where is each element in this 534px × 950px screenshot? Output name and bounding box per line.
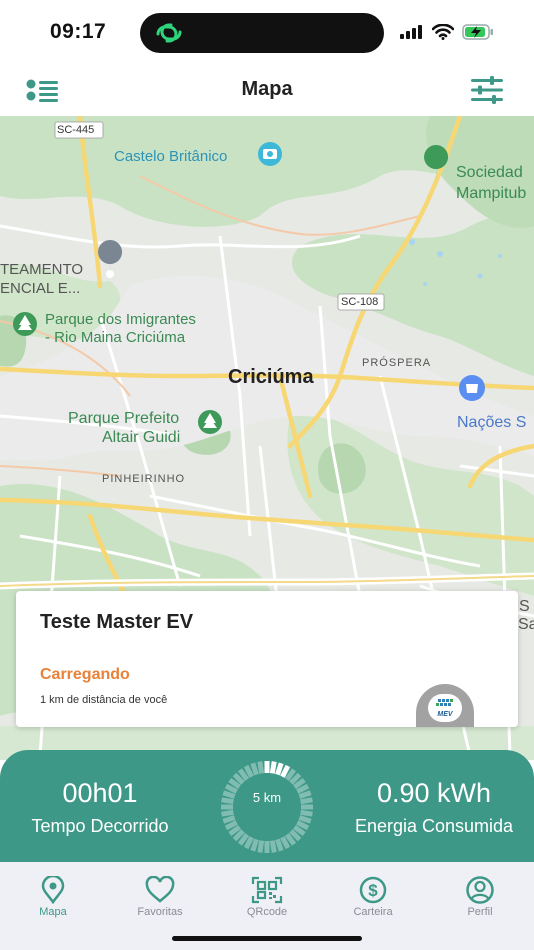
map-label-poi: Castelo Britânico [114,148,228,165]
map-label-district: PINHEIRINHO [102,473,186,485]
elapsed-time-label: Tempo Decorrido [31,816,169,836]
energy-consumed-value: 0.90 kWh [376,778,492,808]
ring-segment [280,836,291,850]
ring-segment [257,840,265,853]
ring-segment [298,815,312,824]
charging-session-panel: 00h01 Tempo Decorrido 5 km 0.90 kWh Ener… [0,750,534,862]
map-label-poi: TEAMENTO [0,261,84,278]
ring-segment [221,809,234,817]
filter-button[interactable] [470,76,504,104]
signal-icon [400,25,422,39]
tab-carteira[interactable]: $ Carteira [333,876,413,918]
ring-segment [300,809,313,817]
map-label-poi: Sociedad [456,164,523,181]
ring-segment [280,764,291,778]
ring-segment [222,815,236,824]
tab-mapa[interactable]: Mapa [13,876,93,918]
map-label-district: PRÓSPERA [362,357,432,369]
bottom-tab-bar: Mapa Favoritas QRcode $ Carteira Perfil [0,862,534,950]
svg-text:$: $ [368,881,378,900]
logo-text: MEV [437,711,454,718]
map-label-poi: Sa [518,616,534,633]
wifi-icon [432,24,454,40]
ring-segment [250,838,259,852]
map-label-poi: Nações S [457,414,527,431]
ring-segment [224,820,238,831]
tab-perfil[interactable]: Perfil [440,876,520,918]
home-indicator [172,936,362,941]
sliders-icon [471,76,503,104]
dynamic-island [140,13,384,53]
map-pin-icon [41,876,65,904]
map-label-poi: - Rio Maina Criciúma [45,329,186,346]
ring-segment [296,820,310,831]
map-label-road: SC-445 [57,124,95,136]
ring-segment [250,762,259,776]
tab-qrcode[interactable]: QRcode [227,876,307,918]
tab-label: Favoritas [137,906,183,918]
status-icons [400,24,494,40]
charging-status: Carregando [40,666,130,683]
link-icon [156,23,182,43]
radius-label: 5 km [252,790,282,805]
station-distance: 1 km de distância de você [40,694,168,706]
tab-label: Carteira [353,906,393,918]
operator-logo: MEV [416,684,474,727]
map-label-poi: ENCIAL E... [0,280,81,297]
tab-label: Perfil [467,906,493,918]
map-label-poi: S [519,598,530,615]
tab-label: Mapa [39,906,67,918]
map-label-road: SC-108 [341,296,379,308]
ring-segment [243,764,254,778]
status-bar: 09:17 [0,0,534,64]
ring-segment [269,761,277,774]
map-label-city: Criciúma [228,366,314,388]
ring-segment [243,836,254,850]
ring-segment [275,762,284,776]
station-name: Teste Master EV [40,611,194,633]
battery-charging-icon [462,24,493,40]
map-label-poi: Altair Guidi [102,429,181,446]
app-header: Mapa [0,64,534,116]
ring-segment [257,761,265,774]
tab-favoritas[interactable]: Favoritas [120,876,200,918]
heart-icon [145,876,175,903]
ring-segment [269,840,277,853]
elapsed-time-value: 00h01 [62,778,138,808]
map-label-poi: Parque dos Imigrantes [45,311,196,328]
mev-logo-icon: MEV [436,699,454,718]
user-icon [466,876,494,904]
ring-segment [275,838,284,852]
tab-label: QRcode [246,906,288,918]
map-label-poi: Mampitub [456,185,527,202]
page-title: Mapa [241,78,293,100]
status-time: 09:17 [50,20,107,43]
map-label-poi: Parque Prefeito [68,410,180,427]
radius-ring [221,761,313,853]
dollar-coin-icon: $ [359,876,387,904]
energy-consumed-label: Energia Consumida [354,816,514,836]
qrcode-icon [251,876,283,904]
station-card[interactable]: Teste Master EV Carregando 1 km de distâ… [16,591,518,727]
